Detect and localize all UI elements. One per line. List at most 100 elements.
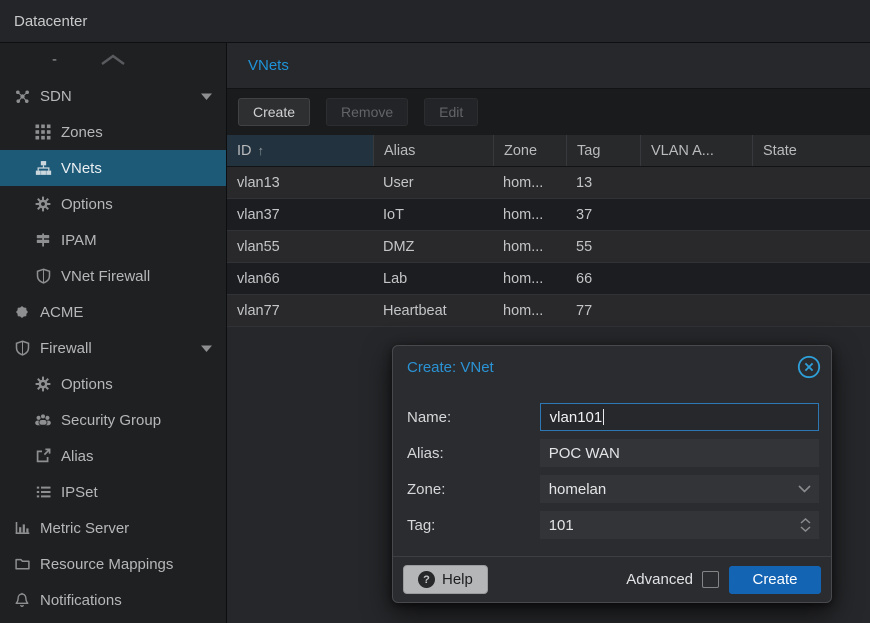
dialog-header: Create: VNet [393,346,831,388]
cell-tag: 55 [566,239,640,255]
sdn-icon [12,88,32,105]
external-link-icon [33,448,53,464]
dialog-footer: ? Help Advanced Create [393,556,831,602]
column-header-vlan_aware[interactable]: VLAN A... [640,135,752,166]
form-row-tag: Tag: 101 [407,511,819,539]
toolbar: Create Remove Edit [227,89,870,135]
sidebar-item-alias[interactable]: Alias [0,438,226,474]
sidebar-item-label: Resource Mappings [40,556,173,573]
column-header-id[interactable]: ID ↑ [227,135,373,166]
caret-down-icon[interactable] [201,340,212,357]
sidebar-scroll-indicator[interactable]: - [0,43,226,78]
tag-field[interactable]: 101 [540,511,819,539]
sidebar-item-vnets[interactable]: VNets [0,150,226,186]
cell-tag: 77 [566,303,640,319]
alias-field[interactable]: POC WAN [540,439,819,467]
top-bar: Datacenter [0,0,870,43]
cell-zone: hom... [493,175,566,191]
list-ol-icon [33,484,53,500]
sidebar-item-label: VNet Firewall [61,268,150,285]
column-header-alias[interactable]: Alias [373,135,493,166]
sidebar-item-zones[interactable]: Zones [0,114,226,150]
sidebar-item-label: IPSet [61,484,98,501]
cell-tag: 37 [566,207,640,223]
cell-id: vlan37 [227,207,373,223]
column-header-label: ID [237,143,252,159]
chevron-down-icon[interactable] [798,485,811,493]
close-circle-icon[interactable] [796,354,822,380]
column-header-label: Alias [384,143,415,159]
sidebar-item-resource-mappings[interactable]: Resource Mappings [0,546,226,582]
sidebar-item-vnet-firewall[interactable]: VNet Firewall [0,258,226,294]
field-value: POC WAN [549,445,620,462]
sidebar-item-sdn[interactable]: SDN [0,78,226,114]
sidebar: - SDN Zones VNets Options IPAM VNet Fire… [0,43,227,623]
sidebar-item-options[interactable]: Options [0,186,226,222]
cell-alias: IoT [373,207,493,223]
cell-zone: hom... [493,207,566,223]
sidebar-item-firewall[interactable]: Firewall [0,330,226,366]
field-value: vlan101 [550,409,603,426]
sidebar-item-label: Alias [61,448,94,465]
gear-icon [33,376,53,392]
sidebar-item-ipam[interactable]: IPAM [0,222,226,258]
sidebar-item-metric-server[interactable]: Metric Server [0,510,226,546]
zone-field[interactable]: homelan [540,475,819,503]
sidebar-item-label: Security Group [61,412,161,429]
bar-chart-icon [12,520,32,536]
table-row[interactable]: vlan55DMZhom...55 [227,231,870,263]
sort-asc-icon: ↑ [258,143,265,158]
cell-alias: Lab [373,271,493,287]
sidebar-item-label: Zones [61,124,103,141]
shield-icon [33,268,53,284]
form-row-name: Name: vlan101 [407,403,819,431]
field-label: Tag: [407,517,540,534]
column-header-state[interactable]: State [752,135,870,166]
field-value: 101 [549,517,574,534]
cell-id: vlan13 [227,175,373,191]
help-button[interactable]: ? Help [403,565,488,594]
create-vnet-dialog: Create: VNet Name:vlan101Alias:POC WANZo… [392,345,832,603]
number-spinner[interactable] [800,518,811,532]
advanced-label: Advanced [626,571,693,588]
cell-alias: Heartbeat [373,303,493,319]
users-icon [33,412,53,428]
edit-button[interactable]: Edit [424,98,478,126]
name-field[interactable]: vlan101 [540,403,819,431]
cell-zone: hom... [493,303,566,319]
panel-title-bar: VNets [227,43,870,89]
collapsed-item-hint: - [52,51,57,68]
table-row[interactable]: vlan77Heartbeathom...77 [227,295,870,327]
caret-down-icon[interactable] [201,88,212,105]
dialog-create-button[interactable]: Create [729,566,821,594]
cell-id: vlan66 [227,271,373,287]
create-button[interactable]: Create [238,98,310,126]
table-row[interactable]: vlan13Userhom...13 [227,167,870,199]
table-row[interactable]: vlan37IoThom...37 [227,199,870,231]
sidebar-item-ipset[interactable]: IPSet [0,474,226,510]
table-row[interactable]: vlan66Labhom...66 [227,263,870,295]
field-label: Zone: [407,481,540,498]
remove-button[interactable]: Remove [326,98,408,126]
advanced-checkbox[interactable] [702,571,719,588]
help-button-label: Help [442,571,473,588]
folder-icon [12,556,32,572]
sidebar-item-label: SDN [40,88,72,105]
sidebar-item-acme[interactable]: ACME [0,294,226,330]
panel-title: VNets [248,57,289,74]
page-title: Datacenter [14,13,87,30]
chevron-up-icon[interactable] [100,53,126,71]
text-cursor [603,409,604,425]
vnets-table: ID ↑ Alias ZoneTagVLAN A...State vlan13User… [227,135,870,327]
sidebar-item-security-group[interactable]: Security Group [0,402,226,438]
cell-tag: 66 [566,271,640,287]
sidebar-item-label: VNets [61,160,102,177]
sidebar-item-options[interactable]: Options [0,366,226,402]
question-circle-icon: ? [418,571,435,588]
cell-zone: hom... [493,239,566,255]
column-header-tag[interactable]: Tag [566,135,640,166]
sidebar-item-notifications[interactable]: Notifications [0,582,226,618]
cell-id: vlan55 [227,239,373,255]
column-header-zone[interactable]: Zone [493,135,566,166]
field-label: Name: [407,409,540,426]
